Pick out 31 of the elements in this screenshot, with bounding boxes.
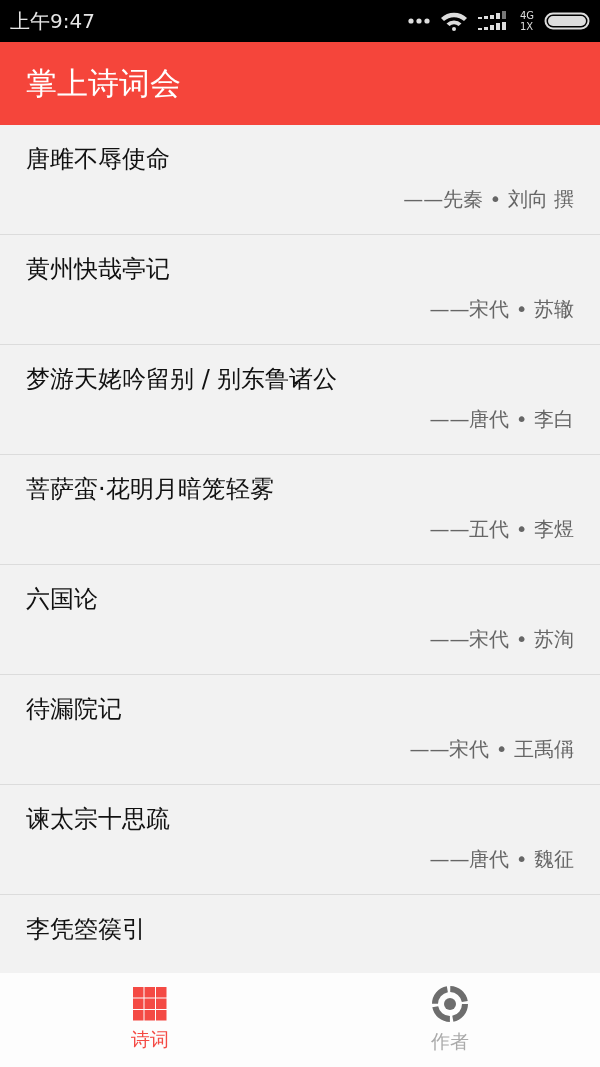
app-title: 掌上诗词会: [26, 63, 181, 103]
more-dots-icon: [407, 18, 430, 24]
poem-title: 黄州快哉亭记: [26, 254, 170, 285]
poem-title: 谏太宗十思疏: [26, 804, 170, 835]
poem-author: ——五代 • 李煜: [429, 516, 574, 543]
poem-list-item[interactable]: 菩萨蛮·花明月暗笼轻雾 ——五代 • 李煜: [0, 455, 600, 565]
poem-author: ——宋代 • 苏辙: [429, 296, 574, 323]
poem-title: 六国论: [26, 584, 98, 615]
poem-list-item[interactable]: 黄州快哉亭记 ——宋代 • 苏辙: [0, 235, 600, 345]
poem-author: ——唐代 • 魏征: [429, 846, 574, 873]
poem-author: ——宋代 • 苏洵: [429, 626, 574, 653]
poem-title: 梦游天姥吟留别 / 别东鲁诸公: [26, 364, 338, 395]
poem-title: 菩萨蛮·花明月暗笼轻雾: [26, 474, 274, 505]
target-icon: [431, 985, 469, 1023]
poem-list-item[interactable]: 待漏院记 ——宋代 • 王禹偁: [0, 675, 600, 785]
poem-list-item[interactable]: 梦游天姥吟留别 / 别东鲁诸公 ——唐代 • 李白: [0, 345, 600, 455]
poem-title: 待漏院记: [26, 694, 122, 725]
battery-icon: [544, 12, 590, 30]
network-type: 4G: [519, 10, 534, 21]
poem-author: ——先秦 • 刘向 撰: [403, 186, 574, 213]
poem-title: 唐雎不辱使命: [26, 144, 170, 175]
poem-list-item[interactable]: 唐雎不辱使命 ——先秦 • 刘向 撰: [0, 125, 600, 235]
poem-list-item[interactable]: 谏太宗十思疏 ——唐代 • 魏征: [0, 785, 600, 895]
grid-icon: [133, 987, 167, 1021]
poem-author: ——唐代 • 李白: [429, 406, 574, 433]
poem-title: 李凭箜篌引: [26, 914, 146, 945]
wifi-icon: [439, 11, 468, 31]
network-type: 1X: [519, 21, 534, 32]
clock-time: 上午9:47: [10, 7, 95, 35]
poem-list-item[interactable]: 六国论 ——宋代 • 苏洵: [0, 565, 600, 675]
poem-author: ——宋代 • 王禹偁: [409, 736, 574, 763]
